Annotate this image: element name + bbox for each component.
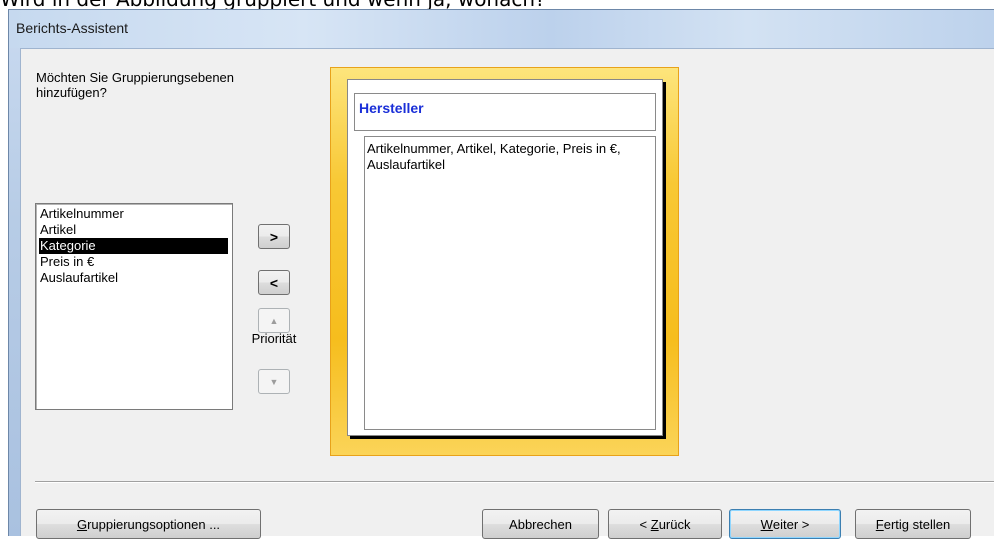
add-grouping-button[interactable]: >: [258, 224, 290, 249]
finish-button[interactable]: Fertig stellen: [855, 509, 971, 539]
priority-down-button[interactable]: ▼: [258, 369, 290, 394]
next-label: eiter >: [772, 516, 810, 532]
grouping-options-button[interactable]: Gruppierungsoptionen ...: [36, 509, 261, 539]
grouping-options-mnemonic: G: [76, 516, 88, 532]
cancel-label: Abbrechen: [509, 516, 572, 532]
group-level-label: Hersteller: [359, 100, 424, 116]
next-button[interactable]: Weiter >: [729, 509, 841, 539]
back-label: urück: [658, 516, 691, 532]
arrow-down-icon: ▼: [269, 376, 279, 387]
grouping-prompt: Möchten Sie Gruppierungsebenen hinzufüge…: [36, 70, 235, 100]
finish-label: ertig stellen: [883, 516, 951, 532]
back-prefix: <: [639, 516, 651, 532]
preview-page: Hersteller Artikelnummer, Artikel, Kateg…: [347, 79, 663, 436]
back-mnemonic: Z: [650, 516, 659, 532]
grouping-preview: Hersteller Artikelnummer, Artikel, Kateg…: [330, 67, 679, 456]
priority-label: Priorität: [251, 331, 297, 346]
available-fields-list[interactable]: Artikelnummer Artikel Kategorie Preis in…: [35, 203, 233, 410]
window-title: Berichts-Assistent: [16, 20, 129, 36]
cancel-button[interactable]: Abbrechen: [482, 509, 599, 539]
group-level-box: Hersteller: [354, 93, 656, 131]
finish-mnemonic: F: [875, 516, 884, 532]
field-item-artikelnummer[interactable]: Artikelnummer: [39, 206, 232, 222]
remove-grouping-button[interactable]: <: [258, 270, 290, 295]
detail-fields-box: Artikelnummer, Artikel, Kategorie, Preis…: [364, 136, 656, 430]
arrow-up-icon: ▲: [269, 315, 279, 326]
separator-line: [35, 481, 994, 483]
priority-up-button[interactable]: ▲: [258, 308, 290, 333]
next-mnemonic: W: [760, 516, 773, 532]
detail-fields-text: Artikelnummer, Artikel, Kategorie, Preis…: [367, 141, 621, 172]
field-item-auslaufartikel[interactable]: Auslaufartikel: [39, 270, 232, 286]
grouping-options-label: ruppierungsoptionen ...: [87, 516, 221, 532]
field-item-kategorie[interactable]: Kategorie: [39, 238, 228, 254]
wizard-content: Möchten Sie Gruppierungsebenen hinzufüge…: [20, 48, 994, 539]
question-text: Wird in der Abbildung gruppiert und wenn…: [0, 0, 994, 11]
report-wizard-window: Berichts-Assistent Möchten Sie Gruppieru…: [8, 9, 994, 539]
back-button[interactable]: < Zurück: [608, 509, 722, 539]
field-item-preis[interactable]: Preis in €: [39, 254, 232, 270]
field-item-artikel[interactable]: Artikel: [39, 222, 232, 238]
title-bar[interactable]: Berichts-Assistent: [9, 10, 994, 48]
